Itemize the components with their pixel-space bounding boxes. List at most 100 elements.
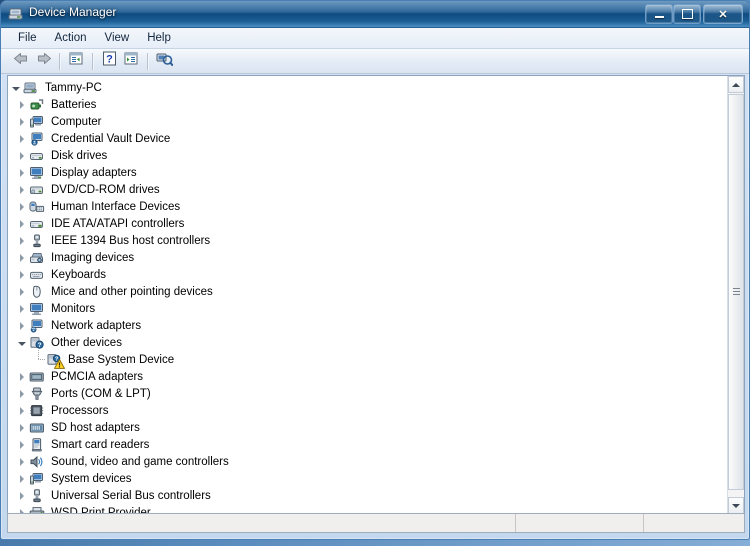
menu-view[interactable]: View [96,30,139,47]
tree-row[interactable]: IEEE 1394 Bus host controllers [8,232,726,249]
tree-row[interactable]: DVD/CD-ROM drives [8,181,726,198]
chevron-up-icon [732,82,740,87]
expander[interactable] [14,368,29,385]
menu-file[interactable]: File [9,30,46,47]
tree-row[interactable]: Keyboards [8,266,726,283]
expander[interactable] [14,385,29,402]
triangle-collapsed-icon [20,219,24,228]
expander[interactable] [14,164,29,181]
expander[interactable] [14,283,29,300]
expander[interactable] [14,232,29,249]
tree-row[interactable]: Display adapters [8,164,726,181]
expander[interactable] [14,300,29,317]
back-button[interactable] [10,51,32,72]
scan-for-hardware-changes-button[interactable] [153,51,175,72]
tree-row[interactable]: Batteries [8,96,726,113]
expander[interactable] [14,402,29,419]
triangle-collapsed-icon [20,151,24,160]
tree-row[interactable]: Sound, video and game controllers [8,453,726,470]
tree-row[interactable]: System devices [8,470,726,487]
tree-row[interactable]: ? Base System Device [8,350,726,369]
triangle-collapsed-icon [20,270,24,279]
menu-action[interactable]: Action [46,30,96,47]
tree-row[interactable]: Mice and other pointing devices [8,283,726,300]
scroll-down-button[interactable] [728,497,744,514]
tree-row[interactable]: Imaging devices [8,249,726,266]
triangle-collapsed-icon [20,389,24,398]
expander[interactable] [14,249,29,266]
tree-row-label: Credential Vault Device [51,132,171,145]
tree-row-label: SD host adapters [51,421,140,434]
tree-row[interactable]: Credential Vault Device [8,130,726,147]
properties-button[interactable] [65,51,87,72]
expander[interactable] [14,487,29,504]
tree-row-root[interactable]: Tammy-PC [8,79,726,96]
tree-row[interactable]: Universal Serial Bus controllers [8,487,726,504]
port-icon [29,386,46,402]
tree-row-label: Sound, video and game controllers [51,455,229,468]
window-title: Device Manager [29,5,117,19]
expander[interactable] [14,419,29,436]
expander-root[interactable] [8,79,23,96]
smartcard-icon [29,437,46,453]
expander[interactable] [14,96,29,113]
expander[interactable] [14,215,29,232]
tree-row[interactable]: SD host adapters [8,419,726,436]
tree-row[interactable]: Computer [8,113,726,130]
keyboard-icon [29,267,46,283]
expander[interactable] [14,453,29,470]
scan-hardware-icon [156,51,173,71]
processor-icon [29,403,46,419]
imaging-icon [29,250,46,266]
monitor-icon [29,301,46,317]
scroll-up-button[interactable] [728,76,744,93]
triangle-collapsed-icon [20,321,24,330]
status-pane-2 [516,514,644,532]
expander[interactable] [14,334,29,351]
display-icon [29,165,46,181]
tree-row-label: Monitors [51,302,96,315]
maximize-button[interactable] [673,4,701,24]
expander[interactable] [14,470,29,487]
tree-row[interactable]: IDE ATA/ATAPI controllers [8,215,726,232]
tree-row[interactable]: ? Other devices [8,334,726,351]
expander[interactable] [14,317,29,334]
expander[interactable] [14,130,29,147]
menu-help[interactable]: Help [138,30,180,47]
tree-row[interactable]: PCMCIA adapters [8,368,726,385]
toolbar-separator [59,52,60,70]
tree-row[interactable]: Monitors [8,300,726,317]
tree-row-label: System devices [51,472,132,485]
tree-row[interactable]: Disk drives [8,147,726,164]
triangle-collapsed-icon [20,457,24,466]
tree-row[interactable]: Network adapters [8,317,726,334]
computer-icon [29,114,46,130]
tree-row[interactable]: Ports (COM & LPT) [8,385,726,402]
expander[interactable] [14,113,29,130]
close-button[interactable]: ✕ [703,4,743,24]
tree-row-label: Tammy-PC [45,81,102,94]
vertical-scrollbar[interactable] [727,76,744,514]
help-button[interactable]: ? [98,51,120,72]
forward-button[interactable] [32,51,54,72]
scrollbar-thumb[interactable] [728,94,744,490]
show-hidden-devices-button[interactable] [120,51,142,72]
expander[interactable] [14,266,29,283]
tree-row[interactable]: Processors [8,402,726,419]
minimize-button[interactable] [645,4,673,24]
list-panel-icon [123,51,139,71]
computer-root-icon [23,80,40,96]
tree-connector-line [31,350,46,368]
tree-row[interactable]: Human Interface Devices [8,198,726,215]
forward-arrow-icon [35,51,52,71]
status-message [8,514,516,532]
unknown-device-icon: ? [46,352,65,369]
expander[interactable] [14,198,29,215]
tree-row[interactable]: Smart card readers [8,436,726,453]
triangle-collapsed-icon [20,287,24,296]
expander[interactable] [14,181,29,198]
device-tree[interactable]: Tammy-PC Batteries Computer Credential Vaul… [8,76,726,514]
expander[interactable] [14,147,29,164]
expander[interactable] [14,436,29,453]
tree-row-label: Disk drives [51,149,108,162]
